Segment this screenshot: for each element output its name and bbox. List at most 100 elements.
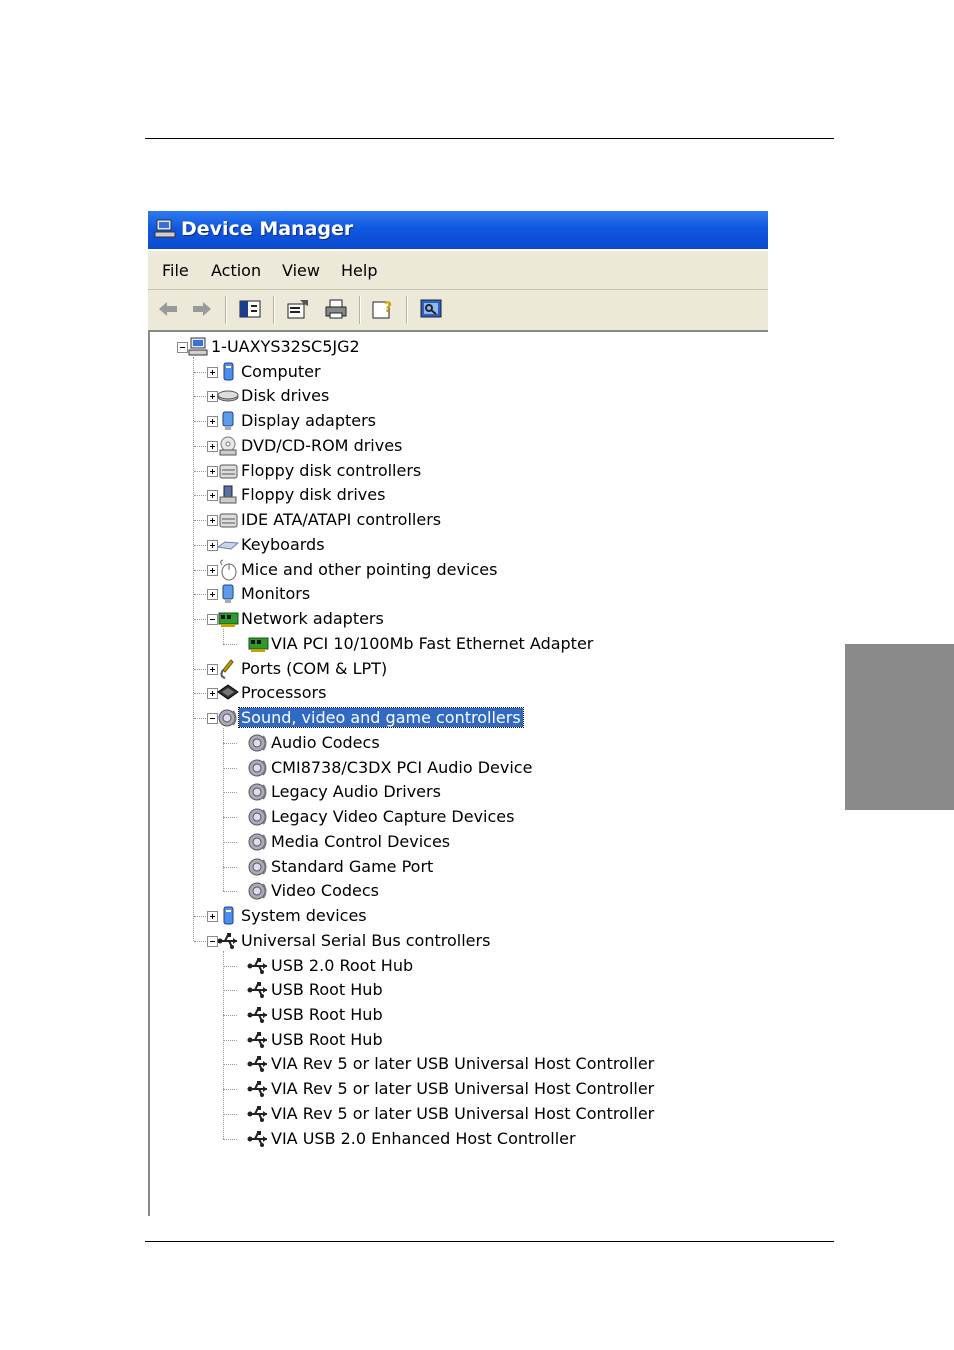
controller-icon: [219, 513, 238, 528]
tree-connector-line: [223, 990, 237, 992]
tree-device[interactable]: USB 2.0 Root Hub: [0, 954, 954, 978]
tree-category[interactable]: Keyboards: [0, 533, 954, 557]
toolbar-separator: [406, 296, 408, 324]
menu-bar: File Action View Help: [148, 251, 768, 289]
tree-connector-line: [223, 866, 237, 868]
tree-connector-line: [223, 629, 224, 644]
tree-connector-line: [223, 767, 237, 769]
tree-category[interactable]: Floppy disk drives: [0, 483, 954, 507]
speaker-icon: [248, 882, 267, 900]
tree-category[interactable]: DVD/CD-ROM drives: [0, 434, 954, 458]
tree-item-label: System devices: [241, 906, 367, 926]
tree-category[interactable]: Ports (COM & LPT): [0, 657, 954, 681]
tree-item-label: VIA Rev 5 or later USB Universal Host Co…: [271, 1054, 655, 1074]
tree-item-label: Legacy Video Capture Devices: [271, 807, 515, 827]
tree-item-label: Ports (COM & LPT): [241, 658, 388, 678]
scan-hardware-icon[interactable]: [419, 298, 443, 320]
tree-connector-line: [223, 1138, 237, 1140]
tree-category[interactable]: Monitors: [0, 582, 954, 606]
tree-connector-line: [223, 792, 237, 794]
tree-category[interactable]: Universal Serial Bus controllers: [0, 929, 954, 953]
tree-device[interactable]: VIA Rev 5 or later USB Universal Host Co…: [0, 1102, 954, 1126]
tree-item-label: DVD/CD-ROM drives: [241, 435, 403, 455]
usb-icon: [247, 957, 267, 974]
tree-device[interactable]: VIA PCI 10/100Mb Fast Ethernet Adapter: [0, 632, 954, 656]
tree-device[interactable]: USB Root Hub: [0, 1028, 954, 1052]
window-title: Device Manager: [181, 218, 354, 240]
usb-icon: [217, 932, 237, 949]
tree-device[interactable]: CMI8738/C3DX PCI Audio Device: [0, 756, 954, 780]
tree-device[interactable]: USB Root Hub: [0, 978, 954, 1002]
usb-icon: [247, 1105, 267, 1122]
network-card-icon: [218, 612, 239, 628]
tree-device[interactable]: Media Control Devices: [0, 830, 954, 854]
speaker-icon: [248, 833, 267, 851]
tree-device[interactable]: USB Root Hub: [0, 1003, 954, 1027]
tree-item-label: USB Root Hub: [271, 980, 383, 1000]
menu-file[interactable]: File: [162, 261, 189, 280]
tree-device[interactable]: VIA USB 2.0 Enhanced Host Controller: [0, 1127, 954, 1151]
tree-category[interactable]: Processors: [0, 681, 954, 705]
page-top-rule: [145, 138, 834, 139]
tree-item-label: Network adapters: [241, 609, 384, 629]
tree-category[interactable]: Network adapters: [0, 607, 954, 631]
tree-category[interactable]: Display adapters: [0, 409, 954, 433]
print-icon[interactable]: [324, 298, 348, 320]
tree-item-label: USB Root Hub: [271, 1004, 383, 1024]
tree-category[interactable]: Mice and other pointing devices: [0, 558, 954, 582]
usb-icon: [247, 1130, 267, 1147]
tree-category[interactable]: Floppy disk controllers: [0, 459, 954, 483]
menu-view[interactable]: View: [282, 261, 320, 280]
tree-item-label: Audio Codecs: [271, 732, 380, 752]
tree-connector-line: [194, 371, 206, 373]
forward-arrow-icon[interactable]: [190, 298, 214, 320]
tree-root-node[interactable]: 1-UAXYS32SC5JG2: [0, 335, 954, 359]
tree-connector-line: [223, 965, 237, 967]
tree-item-label: CMI8738/C3DX PCI Audio Device: [271, 757, 533, 777]
tree-connector-line: [194, 495, 206, 497]
computer-icon: [223, 362, 234, 381]
speaker-icon: [218, 709, 237, 727]
tree-device[interactable]: Standard Game Port: [0, 855, 954, 879]
title-bar[interactable]: Device Manager: [148, 211, 768, 249]
tree-connector-line: [194, 916, 206, 918]
tree-item-label: USB Root Hub: [271, 1029, 383, 1049]
tree-connector-line: [223, 1039, 237, 1041]
tree-device[interactable]: Audio Codecs: [0, 731, 954, 755]
menu-action[interactable]: Action: [211, 261, 261, 280]
tree-category[interactable]: System devices: [0, 904, 954, 928]
menu-help[interactable]: Help: [341, 261, 377, 280]
properties-icon[interactable]: [286, 298, 310, 320]
tree-category[interactable]: Disk drives: [0, 384, 954, 408]
tree-connector-line: [194, 718, 206, 720]
speaker-icon: [248, 734, 267, 752]
tree-device[interactable]: Legacy Video Capture Devices: [0, 805, 954, 829]
keyboard-icon: [217, 541, 239, 550]
tree-item-label: Processors: [241, 683, 327, 703]
tree-category[interactable]: IDE ATA/ATAPI controllers: [0, 508, 954, 532]
help-icon[interactable]: ?: [371, 298, 395, 320]
tree-item-label: Media Control Devices: [271, 831, 451, 851]
toolbar-separator: [359, 296, 361, 324]
tree-connector-line: [223, 817, 237, 819]
usb-icon: [247, 1031, 267, 1048]
tree-device[interactable]: VIA Rev 5 or later USB Universal Host Co…: [0, 1077, 954, 1101]
tree-connector-line: [223, 1089, 237, 1091]
tree-category[interactable]: Computer: [0, 360, 954, 384]
tree-item-label: Standard Game Port: [271, 856, 434, 876]
tree-item-label: Legacy Audio Drivers: [271, 782, 441, 802]
show-hide-tree-icon[interactable]: [238, 298, 262, 320]
network-card-icon: [248, 637, 269, 652]
tree-connector-line: [194, 445, 206, 447]
tree-device[interactable]: VIA Rev 5 or later USB Universal Host Co…: [0, 1052, 954, 1076]
tree-device[interactable]: Legacy Audio Drivers: [0, 780, 954, 804]
tree-connector-line: [223, 950, 224, 1139]
tree-item-label: Sound, video and game controllers: [238, 707, 524, 729]
tree-category[interactable]: Sound, video and game controllers: [0, 706, 954, 730]
tree-connector-line: [193, 357, 194, 941]
tree-item-label: Monitors: [241, 584, 311, 604]
back-arrow-icon[interactable]: [156, 298, 180, 320]
tree-connector-line: [223, 1014, 237, 1016]
tree-device[interactable]: Video Codecs: [0, 879, 954, 903]
tree-connector-line: [194, 396, 206, 398]
